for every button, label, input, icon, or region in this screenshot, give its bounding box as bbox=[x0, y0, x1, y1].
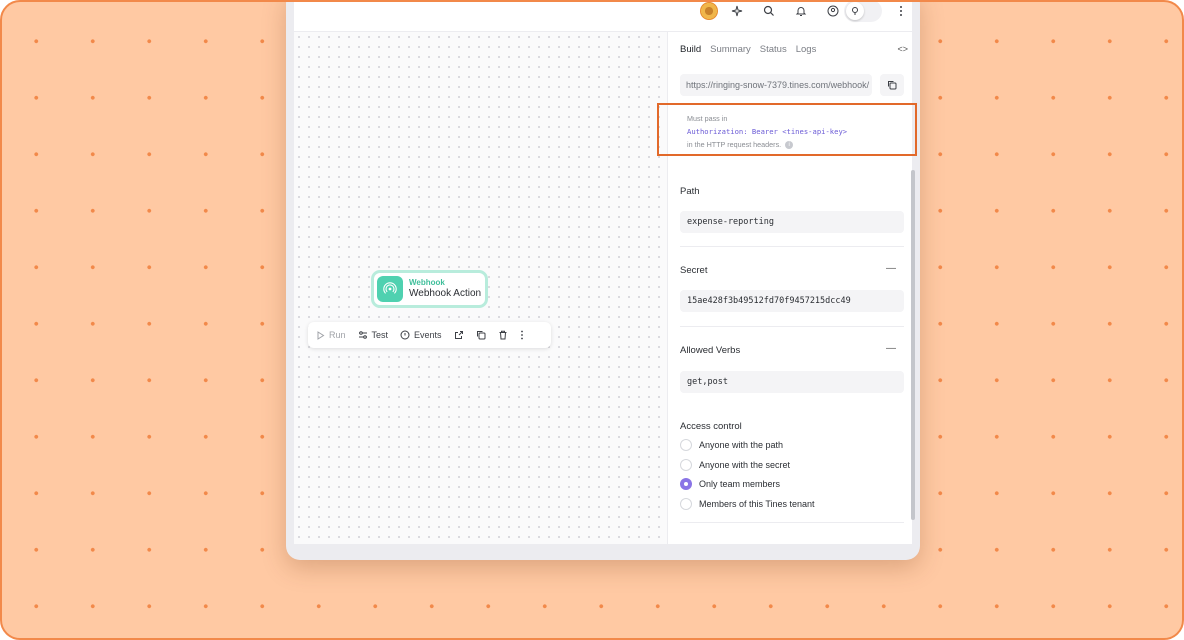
auth-hint-outro: in the HTTP request headers. i bbox=[687, 138, 915, 151]
tab-summary[interactable]: Summary bbox=[710, 44, 751, 55]
access-option-secret[interactable]: Anyone with the secret bbox=[680, 459, 790, 471]
webhook-url-row: https://ringing-snow-7379.tines.com/webh… bbox=[680, 74, 904, 96]
radio-button[interactable] bbox=[680, 498, 692, 510]
tab-logs[interactable]: Logs bbox=[796, 44, 817, 55]
path-field[interactable]: expense-reporting bbox=[680, 211, 904, 233]
radio-button[interactable] bbox=[680, 459, 692, 471]
auth-header-code: Authorization: Bearer <tines-api-key> bbox=[687, 127, 848, 136]
auth-hint-highlight: Must pass in Authorization: Bearer <tine… bbox=[657, 103, 917, 156]
share-button[interactable] bbox=[454, 330, 464, 340]
auth-hint-intro: Must pass in bbox=[687, 114, 728, 123]
access-option-label: Members of this Tines tenant bbox=[699, 499, 815, 509]
access-control-label: Access control bbox=[680, 421, 742, 432]
allowed-verbs-label: Allowed Verbs bbox=[680, 345, 741, 356]
path-label: Path bbox=[680, 186, 700, 197]
events-button[interactable]: Events bbox=[400, 330, 442, 340]
access-option-label: Anyone with the path bbox=[699, 440, 784, 450]
collapse-secret-icon[interactable]: — bbox=[886, 263, 896, 274]
delete-button[interactable] bbox=[498, 330, 508, 340]
access-option-team[interactable]: Only team members bbox=[680, 478, 780, 490]
sun-avatar-icon[interactable] bbox=[700, 2, 718, 20]
code-view-icon[interactable]: <> bbox=[897, 44, 908, 54]
action-panel: Build Summary Status Logs <> https://rin… bbox=[657, 32, 917, 544]
secret-label: Secret bbox=[680, 265, 708, 276]
lightbulb-icon bbox=[846, 2, 864, 20]
secret-field[interactable]: 15ae428f3b49512fd70f9457215dcc49 bbox=[680, 290, 904, 312]
access-option-label: Only team members bbox=[699, 479, 781, 489]
access-option-path[interactable]: Anyone with the path bbox=[680, 439, 783, 451]
auth-hint-outro-text: in the HTTP request headers. bbox=[687, 140, 782, 149]
divider bbox=[680, 326, 904, 327]
bell-icon[interactable] bbox=[790, 2, 812, 22]
webhook-action-node[interactable]: Webhook Webhook Action bbox=[371, 270, 488, 308]
node-toolbar: Run Test Events bbox=[308, 322, 551, 348]
node-type-label: Webhook bbox=[409, 278, 445, 288]
access-option-label: Anyone with the secret bbox=[699, 460, 791, 470]
search-icon[interactable] bbox=[758, 2, 780, 22]
webhook-icon bbox=[377, 276, 403, 302]
copy-url-button[interactable] bbox=[880, 74, 904, 96]
background: Webhook Webhook Action Run Test Events B… bbox=[0, 0, 1184, 640]
more-vertical-icon[interactable] bbox=[890, 2, 912, 22]
radio-button-checked[interactable] bbox=[680, 478, 692, 490]
divider bbox=[680, 246, 904, 247]
events-icon bbox=[400, 330, 410, 340]
allowed-verbs-field[interactable]: get,post bbox=[680, 371, 904, 393]
app-window: Webhook Webhook Action Run Test Events B… bbox=[286, 2, 920, 560]
sparkle-icon[interactable] bbox=[726, 2, 748, 22]
trash-icon bbox=[499, 330, 507, 340]
access-option-tenant[interactable]: Members of this Tines tenant bbox=[680, 498, 815, 510]
more-vertical-icon bbox=[520, 330, 523, 340]
test-label: Test bbox=[371, 330, 389, 340]
events-label: Events bbox=[414, 330, 442, 340]
test-icon bbox=[358, 331, 367, 339]
tab-build[interactable]: Build bbox=[680, 44, 701, 55]
divider bbox=[680, 522, 904, 523]
mode-toggle[interactable] bbox=[844, 2, 882, 22]
webhook-url-field[interactable]: https://ringing-snow-7379.tines.com/webh… bbox=[680, 74, 872, 96]
panel-scrollbar[interactable] bbox=[911, 56, 915, 534]
storyboard-canvas[interactable]: Webhook Webhook Action Run Test Events bbox=[294, 32, 667, 544]
node-name-label: Webhook Action bbox=[409, 287, 482, 299]
user-circle-icon[interactable] bbox=[822, 2, 844, 22]
play-icon bbox=[317, 330, 325, 340]
scrollbar-thumb[interactable] bbox=[911, 170, 915, 520]
test-button[interactable]: Test bbox=[358, 330, 389, 340]
more-actions-button[interactable] bbox=[520, 330, 524, 340]
copy-icon bbox=[888, 81, 897, 90]
radio-button[interactable] bbox=[680, 439, 692, 451]
run-button[interactable]: Run bbox=[316, 330, 346, 340]
share-icon bbox=[454, 331, 463, 339]
collapse-verbs-icon[interactable]: — bbox=[886, 343, 896, 354]
info-icon[interactable]: i bbox=[785, 141, 794, 150]
panel-tabs: Build Summary Status Logs bbox=[680, 44, 816, 55]
tab-status[interactable]: Status bbox=[760, 44, 787, 55]
copy-icon bbox=[476, 331, 486, 340]
duplicate-button[interactable] bbox=[476, 330, 486, 340]
run-label: Run bbox=[329, 330, 346, 340]
top-bar bbox=[294, 2, 912, 32]
